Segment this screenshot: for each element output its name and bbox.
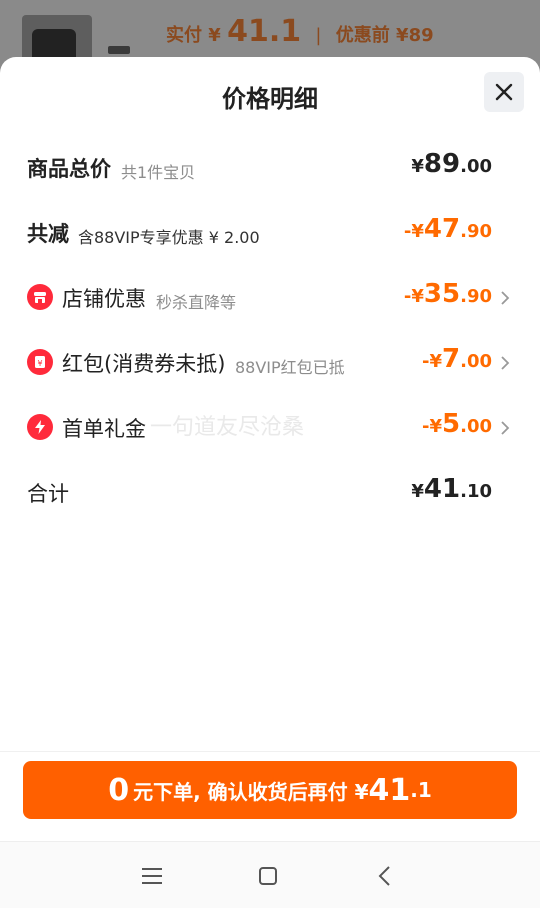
row-sum: 合计 ¥41.10 [0, 474, 540, 514]
row-sub: 共1件宝贝 [121, 163, 196, 182]
back-icon [378, 866, 390, 886]
row-store-discount[interactable]: 店铺优惠 秒杀直降等 -¥35.90 [0, 279, 540, 319]
row-label: 店铺优惠 [62, 287, 146, 311]
chevron-right-icon [501, 421, 510, 435]
row-sub: 88VIP红包已抵 [235, 358, 345, 377]
row-label: 合计 [27, 482, 69, 506]
row-amount: ¥89.00 [411, 149, 492, 179]
sheet-title: 价格明细 [222, 85, 318, 113]
row-total-discount: 共减 含88VIP专享优惠 ¥ 2.00 -¥47.90 [0, 214, 540, 254]
red-packet-icon: ¥ [27, 349, 53, 375]
chevron-right-icon [501, 356, 510, 370]
background-price: 实付 ¥ 41.1 | 优惠前 ¥89 [166, 14, 434, 49]
price-detail-sheet: 价格明细 商品总价 共1件宝贝 ¥89.00 共减 含88VIP专享优惠 ¥ 2… [0, 57, 540, 908]
home-button[interactable] [248, 856, 288, 896]
lightning-icon [27, 414, 53, 440]
watermark: 一句道友尽沧桑 [150, 415, 305, 440]
system-nav-bar [0, 841, 540, 908]
back-button[interactable] [364, 856, 404, 896]
row-goods-total: 商品总价 共1件宝贝 ¥89.00 [0, 149, 540, 189]
chevron-right-icon [501, 291, 510, 305]
close-icon [495, 83, 513, 101]
row-label: 共减 [27, 222, 69, 246]
close-button[interactable] [484, 72, 524, 112]
svg-text:¥: ¥ [37, 359, 42, 368]
row-sub: 秒杀直降等 [156, 293, 237, 312]
row-amount: -¥47.90 [403, 214, 492, 244]
row-red-packet[interactable]: ¥ 红包(消费券未抵) 88VIP红包已抵 -¥7.00 [0, 344, 540, 384]
row-amount: -¥5.00 [422, 409, 492, 439]
product-thumbnail-small [108, 46, 130, 54]
pay-later-button[interactable]: 0 元下单, 确认收货后再付 ¥ 41.1 [23, 761, 517, 819]
row-label: 首单礼金 [62, 417, 146, 441]
row-sub: 含88VIP专享优惠 ¥ 2.00 [78, 228, 260, 247]
menu-button[interactable] [132, 856, 172, 896]
row-amount: -¥35.90 [403, 279, 492, 309]
row-label: 红包(消费券未抵) [62, 352, 226, 376]
home-square-icon [259, 867, 277, 885]
shop-icon [27, 284, 53, 310]
row-amount: -¥7.00 [422, 344, 492, 374]
row-label: 商品总价 [27, 157, 111, 181]
divider [0, 751, 540, 752]
menu-icon [142, 868, 162, 884]
row-amount: ¥41.10 [411, 474, 492, 504]
